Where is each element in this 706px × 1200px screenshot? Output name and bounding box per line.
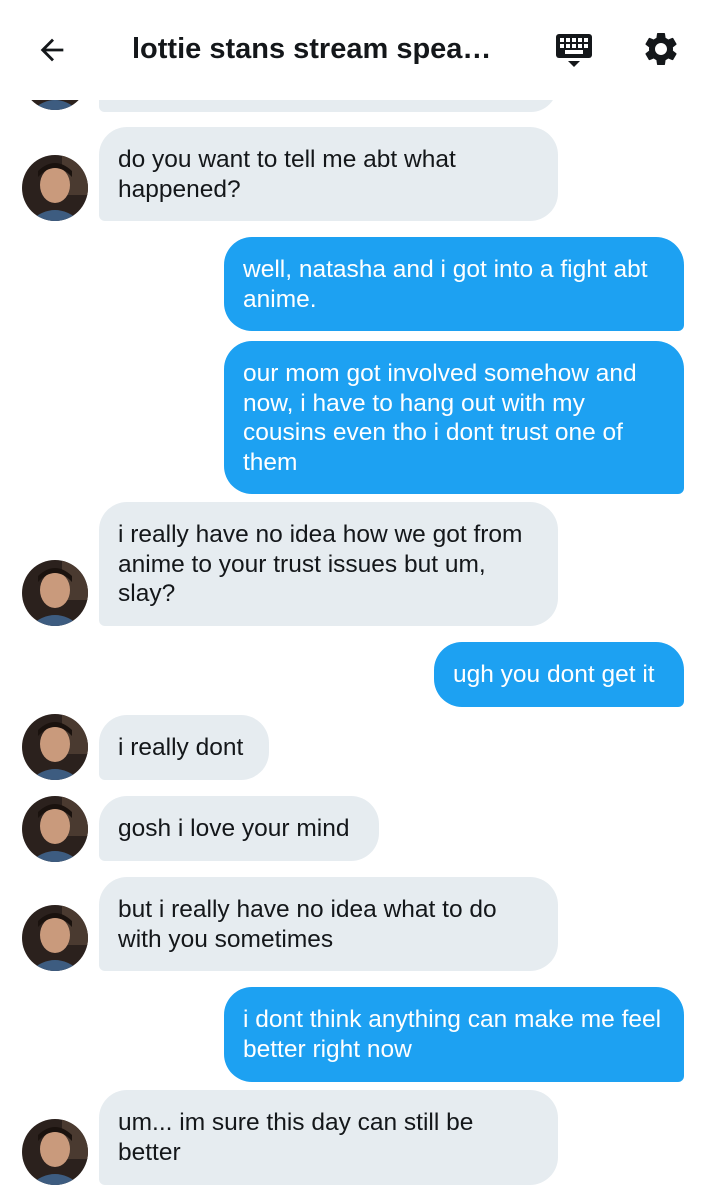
- settings-button[interactable]: [638, 26, 684, 72]
- incoming-message[interactable]: i really have no idea how we got from an…: [99, 502, 558, 626]
- gear-icon: [645, 33, 677, 65]
- conversation-header: lottie stans stream speak ...: [0, 0, 706, 100]
- message-text: i really have no idea how we got from an…: [118, 521, 523, 607]
- message-text: i dont think anything can make me feel b…: [243, 1006, 662, 1063]
- outgoing-message[interactable]: well, natasha and i got into a fight abt…: [224, 237, 684, 331]
- message-text: but i really have no idea what to do wit…: [118, 896, 497, 953]
- incoming-message[interactable]: i really dont: [99, 715, 269, 780]
- avatar[interactable]: [22, 155, 88, 221]
- incoming-message[interactable]: gosh i love your mind: [99, 796, 379, 861]
- message-text: i really dont: [118, 734, 244, 761]
- incoming-message[interactable]: do you want to tell me abt what happened…: [99, 127, 558, 221]
- message-text: well, natasha and i got into a fight abt…: [243, 256, 648, 313]
- outgoing-message[interactable]: i dont think anything can make me feel b…: [224, 987, 684, 1082]
- incoming-message[interactable]: but i really have no idea what to do wit…: [99, 877, 558, 971]
- avatar[interactable]: [22, 796, 88, 862]
- incoming-message[interactable]: um... im sure this day can still be bett…: [99, 1090, 558, 1185]
- keyboard-button[interactable]: [552, 28, 596, 72]
- avatar[interactable]: [22, 560, 88, 626]
- message-text: do you want to tell me abt what happened…: [118, 146, 456, 203]
- message-text: our mom got involved somehow and now, i …: [243, 360, 637, 476]
- arrow-left-icon: [40, 38, 64, 62]
- chat-screen: lottie stans stream speak ... do you wan…: [0, 0, 706, 1200]
- back-button[interactable]: [30, 28, 74, 72]
- outgoing-message[interactable]: ugh you dont get it: [434, 642, 684, 707]
- avatar[interactable]: [22, 1119, 88, 1185]
- avatar[interactable]: [22, 714, 88, 780]
- keyboard-icon: [556, 34, 592, 67]
- message-text: gosh i love your mind: [118, 815, 350, 842]
- conversation-title: lottie stans stream speak ...: [132, 33, 504, 65]
- message-text: um... im sure this day can still be bett…: [118, 1109, 474, 1166]
- message-text: ugh you dont get it: [453, 661, 655, 688]
- avatar[interactable]: [22, 905, 88, 971]
- outgoing-message[interactable]: our mom got involved somehow and now, i …: [224, 341, 684, 494]
